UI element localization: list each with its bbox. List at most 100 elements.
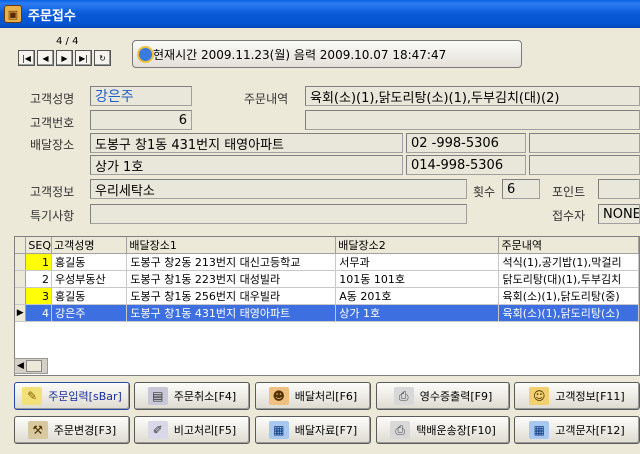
order-input-label: 주문입력[sBar] [48,390,122,403]
customer-name-label: 고객성명 [30,92,75,106]
column-header-name[interactable]: 고객성명 [51,237,128,254]
title-bar: ▣ 주문접수 [0,0,640,28]
cell-seq: 1 [25,253,52,271]
receipt-print-label: 영수증출력[F9] [419,390,493,403]
cell-address2: 서무과 [335,253,500,271]
order-detail-extra-field[interactable] [305,110,640,130]
first-record-button[interactable]: |◀ [18,50,35,66]
current-time-panel: 현재시간 2009.11.23(월) 음력 2009.10.07 18:47:4… [132,40,522,68]
courier-label-text: 택배운송장[F10] [416,424,496,437]
pencil-icon: ✎ [22,387,43,405]
receiver-label: 접수자 [552,209,586,223]
row-indicator [15,287,27,305]
count-label: 횟수 [473,185,496,199]
printer-icon: ⎙ [393,387,414,405]
edit-tools-icon: ⚒ [27,421,48,439]
order-detail-label: 주문내역 [244,92,289,106]
notes-field[interactable] [90,204,467,224]
order-change-button[interactable]: ⚒ 주문변경[F3] [14,416,130,444]
delivery-label: 배달처리[F6] [294,390,358,403]
column-header-address1[interactable]: 배달장소1 [126,237,337,254]
note-process-button[interactable]: ✐ 비고처리[F5] [134,416,250,444]
current-time-text: 현재시간 2009.11.23(월) 음력 2009.10.07 18:47:4… [153,47,447,62]
cell-order: 육회(소)(1),닭도리탕(소) [498,304,639,322]
row-indicator [15,270,27,288]
cell-address2: A동 201호 [335,287,500,305]
delivery-data-button[interactable]: ▦ 배달자료[F7] [255,416,371,444]
count-field[interactable]: 6 [502,179,540,199]
table-row[interactable]: 1 홍길동 도봉구 창2동 213번지 대신고등학교 서무과 석식(1),공기밥… [15,253,639,271]
scroll-thumb[interactable] [25,360,42,372]
phone1-field[interactable]: 02 -998-5306 [406,133,526,153]
cell-seq: 4 [25,304,52,322]
address1-field[interactable]: 도봉구 창1동 431번지 태영아파트 [90,133,403,153]
cell-address1: 도봉구 창1동 223번지 대성빌라 [126,270,337,288]
app-icon: ▣ [4,5,22,23]
table-header-row: SEQ 고객성명 배달장소1 배달장소2 주문내역 [15,237,639,254]
header-indicator [15,237,27,254]
notes-label: 특기사항 [30,209,75,223]
order-detail-field[interactable]: 육회(소)(1),닭도리탕(소)(1),두부김치(대)(2) [305,86,640,106]
current-row-arrow-icon: ▶ [15,304,27,322]
cell-address1: 도봉구 창1동 431번지 태영아파트 [126,304,337,322]
phone2-field[interactable]: 014-998-5306 [406,155,526,175]
column-header-address2[interactable]: 배달장소2 [335,237,500,254]
courier-label-button[interactable]: ⎙ 택배운송장[F10] [376,416,510,444]
cell-seq: 3 [25,287,52,305]
cell-address1: 도봉구 창1동 256번지 대우빌라 [126,287,337,305]
chart-window-icon: ▦ [268,421,289,439]
cell-address1: 도봉구 창2동 213번지 대신고등학교 [126,253,337,271]
customer-info-field[interactable]: 우리세탁소 [90,179,467,199]
point-field[interactable] [598,179,640,199]
person-icon: ☻ [268,387,289,405]
cell-name: 우성부동산 [51,270,128,288]
address2-field[interactable]: 상가 1호 [90,155,403,175]
column-header-order[interactable]: 주문내역 [498,237,639,254]
customer-card-icon: ☺ [529,387,550,405]
record-counter: 4 / 4 [56,36,79,47]
customer-sms-button[interactable]: ▦ 고객문자[F12] [514,416,640,444]
phone1-extra-field[interactable] [529,133,640,153]
last-record-button[interactable]: ▶| [75,50,92,66]
cell-order: 석식(1),공기밥(1),막걸리 [498,253,639,271]
customer-no-field[interactable]: 6 [90,110,192,130]
clock-icon [137,46,154,63]
order-cancel-label: 주문취소[F4] [173,390,237,403]
customer-info-label: 고객정보[F11] [555,390,625,403]
note-pencil-icon: ✐ [147,421,168,439]
prev-record-button[interactable]: ◀ [37,50,54,66]
table-row[interactable]: 2 우성부동산 도봉구 창1동 223번지 대성빌라 101동 101호 닭도리… [15,270,639,288]
next-record-button[interactable]: ▶ [56,50,73,66]
message-window-icon: ▦ [529,421,550,439]
note-process-label: 비고처리[F5] [173,424,237,437]
column-header-seq[interactable]: SEQ [25,237,52,254]
delivery-button[interactable]: ☻ 배달처리[F6] [255,382,371,410]
cell-address2: 상가 1호 [335,304,500,322]
customer-no-label: 고객번호 [30,116,75,130]
receiver-field[interactable]: NONE [598,204,640,224]
cell-address2: 101동 101호 [335,270,500,288]
order-change-label: 주문변경[F3] [53,424,117,437]
row-indicator [15,253,27,271]
order-table: SEQ 고객성명 배달장소1 배달장소2 주문내역 1 홍길동 도봉구 창2동 … [15,237,639,322]
order-input-button[interactable]: ✎ 주문입력[sBar] [14,382,130,410]
cell-name: 강은주 [51,304,128,322]
cell-order: 닭도리탕(대)(1),두부김치 [498,270,639,288]
point-label: 포인트 [552,185,586,199]
record-navigator: |◀ ◀ ▶ ▶| ↻ [18,50,111,66]
phone2-extra-field[interactable] [529,155,640,175]
order-cancel-button[interactable]: ▤ 주문취소[F4] [134,382,250,410]
customer-sms-label: 고객문자[F12] [555,424,625,437]
table-row-selected[interactable]: ▶ 4 강은주 도봉구 창1동 431번지 태영아파트 상가 1호 육회(소)(… [15,304,639,322]
receipt-print-button[interactable]: ⎙ 영수증출력[F9] [376,382,510,410]
cell-name: 홍길동 [51,253,128,271]
printer-icon: ⎙ [390,421,411,439]
cell-name: 홍길동 [51,287,128,305]
cancel-document-icon: ▤ [147,387,168,405]
customer-info-button[interactable]: ☺ 고객정보[F11] [514,382,640,410]
horizontal-scrollbar[interactable]: ◀ [14,358,48,374]
customer-name-field[interactable]: 강은주 [90,86,192,106]
order-grid[interactable]: SEQ 고객성명 배달장소1 배달장소2 주문내역 1 홍길동 도봉구 창2동 … [14,236,640,376]
table-row[interactable]: 3 홍길동 도봉구 창1동 256번지 대우빌라 A동 201호 육회(소)(1… [15,287,639,305]
refresh-button[interactable]: ↻ [94,50,111,66]
